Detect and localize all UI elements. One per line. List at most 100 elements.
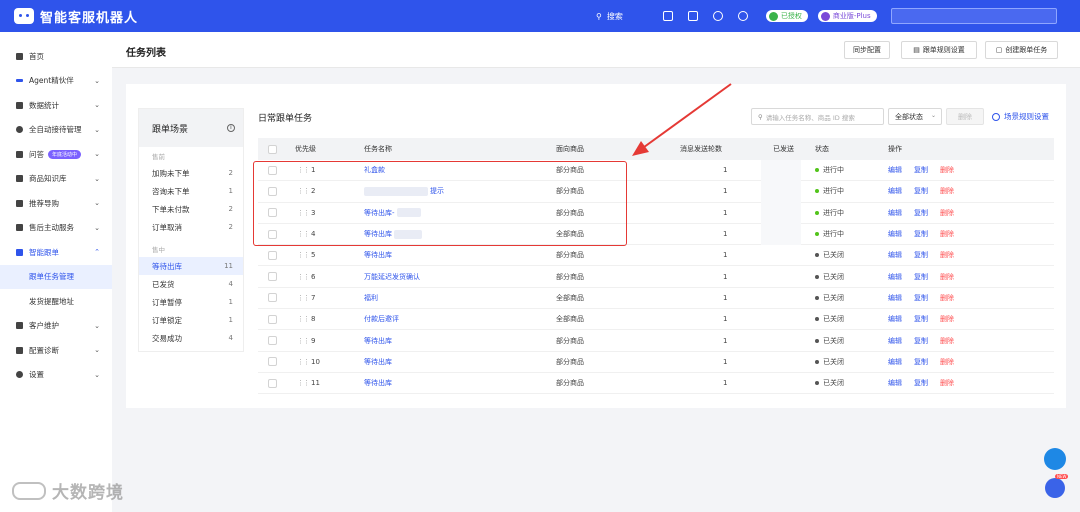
help-icon[interactable] xyxy=(737,11,748,21)
copy-link[interactable]: 复制 xyxy=(914,208,928,218)
copy-link[interactable]: 复制 xyxy=(914,357,928,367)
delete-link[interactable]: 删除 xyxy=(940,165,954,175)
sidebar-item-home[interactable]: 首页 xyxy=(0,44,112,69)
scene-item[interactable]: 已发货 4 xyxy=(139,275,243,293)
edit-link[interactable]: 编辑 xyxy=(888,272,902,282)
sidebar-item-diagnosis[interactable]: 配置诊断 ⌄ xyxy=(0,338,112,363)
delete-link[interactable]: 删除 xyxy=(940,357,954,367)
delete-link[interactable]: 删除 xyxy=(940,293,954,303)
sidebar-subitem-ship-address[interactable]: 发货提醒地址 xyxy=(0,289,112,314)
top-search-button[interactable]: ⚲ 搜索 xyxy=(596,11,623,22)
copy-link[interactable]: 复制 xyxy=(914,186,928,196)
sidebar-item-auto-reception[interactable]: 全自动接待管理 ⌄ xyxy=(0,118,112,143)
auth-badge[interactable]: 已授权 xyxy=(765,10,808,22)
scene-item[interactable]: 下单未付款 2 xyxy=(139,200,243,218)
info-icon[interactable]: i xyxy=(227,124,235,132)
sidebar-item-aftersale[interactable]: 售后主动服务 ⌄ xyxy=(0,216,112,241)
row-checkbox[interactable] xyxy=(268,314,277,324)
edit-link[interactable]: 编辑 xyxy=(888,293,902,303)
robot-chat-float-icon[interactable] xyxy=(1045,478,1065,498)
row-checkbox[interactable] xyxy=(268,378,277,388)
row-checkbox[interactable] xyxy=(268,293,277,303)
copy-link[interactable]: 复制 xyxy=(914,165,928,175)
batch-delete-button[interactable]: 删除 xyxy=(946,108,984,125)
copy-link[interactable]: 复制 xyxy=(914,229,928,239)
drag-handle-icon[interactable]: ⋮⋮ xyxy=(297,358,310,366)
user-account-box[interactable] xyxy=(890,8,1057,24)
delete-link[interactable]: 删除 xyxy=(940,314,954,324)
drag-handle-icon[interactable]: ⋮⋮ xyxy=(297,294,310,302)
edit-link[interactable]: 编辑 xyxy=(888,186,902,196)
task-name-link[interactable]: 万能延迟发货确认 xyxy=(364,272,420,282)
row-checkbox[interactable] xyxy=(268,250,277,260)
scene-item[interactable]: 订单取消 2 xyxy=(139,218,243,236)
scene-item-active[interactable]: 等待出库 11 xyxy=(139,257,243,275)
row-priority: 10 xyxy=(311,357,320,366)
edit-link[interactable]: 编辑 xyxy=(888,378,902,388)
task-name-link[interactable]: 福利 xyxy=(364,293,378,303)
plan-badge[interactable]: 商业版-Plus xyxy=(817,10,877,22)
sidebar-item-qa[interactable]: 问答 年底活动中 ⌄ xyxy=(0,142,112,167)
edit-link[interactable]: 编辑 xyxy=(888,229,902,239)
row-checkbox[interactable] xyxy=(268,357,277,367)
copy-link[interactable]: 复制 xyxy=(914,378,928,388)
task-name-link[interactable]: 等待出库 xyxy=(364,336,392,346)
row-checkbox[interactable] xyxy=(268,272,277,282)
drag-handle-icon[interactable]: ⋮⋮ xyxy=(297,251,310,259)
drag-handle-icon[interactable]: ⋮⋮ xyxy=(297,379,310,387)
assistant-float-icon[interactable] xyxy=(1044,448,1066,470)
copy-link[interactable]: 复制 xyxy=(914,336,928,346)
scene-rule-setting-link[interactable]: 场景规则设置 xyxy=(992,111,1049,122)
scene-item[interactable]: 咨询未下单 1 xyxy=(139,182,243,200)
copy-link[interactable]: 复制 xyxy=(914,314,928,324)
sidebar-item-stats[interactable]: 数据统计 ⌄ xyxy=(0,93,112,118)
copy-link[interactable]: 复制 xyxy=(914,293,928,303)
delete-link[interactable]: 删除 xyxy=(940,378,954,388)
sidebar-subitem-follow-tasks[interactable]: 跟单任务管理 xyxy=(0,264,112,289)
sidebar-item-recommend[interactable]: 推荐导购 ⌄ xyxy=(0,191,112,216)
delete-link[interactable]: 删除 xyxy=(940,336,954,346)
sync-config-button[interactable]: 同步配置 xyxy=(844,41,890,59)
follow-rules-button[interactable]: ▤ 跟单规则设置 xyxy=(901,41,977,59)
sidebar-item-smart-follow[interactable]: 智能跟单 ⌃ xyxy=(0,240,112,265)
status-dot-icon xyxy=(815,189,819,194)
sidebar-item-settings[interactable]: 设置 ⌄ xyxy=(0,363,112,388)
edit-link[interactable]: 编辑 xyxy=(888,250,902,260)
task-name-link[interactable]: 付款后邀评 xyxy=(364,314,399,324)
drag-handle-icon[interactable]: ⋮⋮ xyxy=(297,337,310,345)
sidebar-item-customer[interactable]: 客户维护 ⌄ xyxy=(0,314,112,339)
row-checkbox[interactable] xyxy=(268,336,277,346)
edit-link[interactable]: 编辑 xyxy=(888,314,902,324)
task-name-link[interactable]: 等待出库 xyxy=(364,378,392,388)
task-search-input[interactable]: ⚲ 请输入任务名称、商品 ID 搜索 xyxy=(751,108,884,125)
create-task-button[interactable]: ▢ 创建跟单任务 xyxy=(985,41,1058,59)
drag-handle-icon[interactable]: ⋮⋮ xyxy=(297,315,310,323)
delete-link[interactable]: 删除 xyxy=(940,208,954,218)
copy-link[interactable]: 复制 xyxy=(914,250,928,260)
scene-item[interactable]: 加购未下单 2 xyxy=(139,164,243,182)
scene-item[interactable]: 订单暂停 1 xyxy=(139,293,243,311)
document-icon[interactable] xyxy=(662,11,673,21)
delete-link[interactable]: 删除 xyxy=(940,250,954,260)
edit-link[interactable]: 编辑 xyxy=(888,208,902,218)
drag-handle-icon[interactable]: ⋮⋮ xyxy=(297,273,310,281)
delete-link[interactable]: 删除 xyxy=(940,272,954,282)
headset-icon[interactable] xyxy=(712,11,723,21)
edit-link[interactable]: 编辑 xyxy=(888,357,902,367)
scene-item[interactable]: 交易成功 4 xyxy=(139,329,243,347)
delete-link[interactable]: 删除 xyxy=(940,186,954,196)
status-select[interactable]: 全部状态 ⌄ xyxy=(888,108,942,125)
window-icon[interactable] xyxy=(687,11,698,21)
scene-item[interactable]: 订单锁定 1 xyxy=(139,311,243,329)
sidebar-item-knowledge[interactable]: 商品知识库 ⌄ xyxy=(0,167,112,192)
row-rounds: 1 xyxy=(723,166,728,175)
task-name-link[interactable]: 等待出库 xyxy=(364,250,392,260)
edit-link[interactable]: 编辑 xyxy=(888,336,902,346)
app-logo[interactable]: 智能客服机器人 xyxy=(14,7,138,26)
sidebar-item-agent[interactable]: Agent精伙伴 ⌄ xyxy=(0,69,112,94)
edit-link[interactable]: 编辑 xyxy=(888,165,902,175)
select-all-checkbox[interactable] xyxy=(268,144,277,154)
copy-link[interactable]: 复制 xyxy=(914,272,928,282)
task-name-link[interactable]: 等待出库 xyxy=(364,357,392,367)
delete-link[interactable]: 删除 xyxy=(940,229,954,239)
